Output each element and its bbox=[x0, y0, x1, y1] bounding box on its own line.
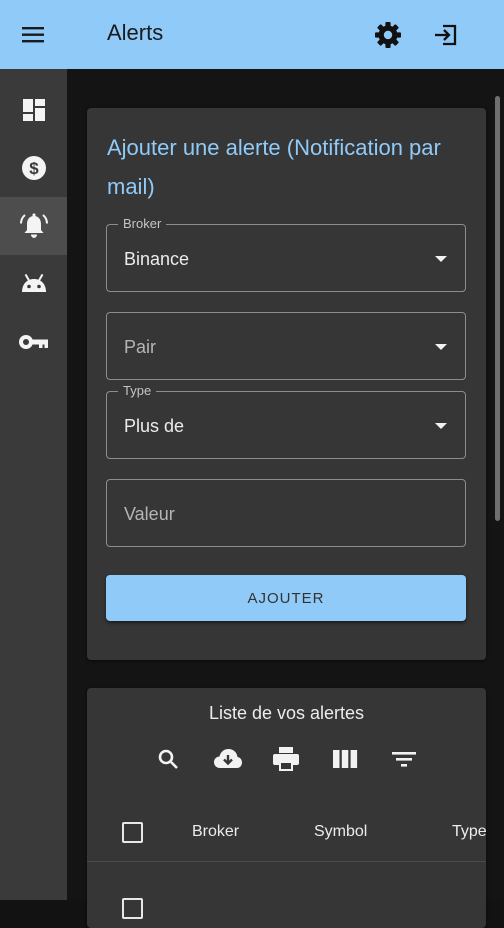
android-robot-icon bbox=[21, 273, 46, 292]
gear-icon[interactable] bbox=[372, 19, 404, 51]
list-title: Liste de vos alertes bbox=[208, 703, 365, 723]
sidebar-item-keys[interactable] bbox=[0, 313, 67, 371]
svg-text:$: $ bbox=[29, 159, 39, 178]
sidebar-item-money[interactable]: $ bbox=[0, 139, 67, 197]
pair-placeholder: Pair bbox=[124, 337, 157, 357]
app-bar: Alerts bbox=[0, 0, 504, 69]
table-header: Broker Symbol Type bbox=[87, 802, 486, 862]
chevron-down-icon bbox=[435, 256, 447, 262]
search-icon[interactable] bbox=[152, 743, 184, 775]
add-alert-card: Ajouter une alerte (Notification par mai… bbox=[87, 108, 486, 660]
alerts-list-card: Liste de vos alertes Broker Symbol Type bbox=[87, 688, 486, 928]
hamburger-menu-icon[interactable] bbox=[18, 20, 50, 50]
add-button[interactable]: AJOUTER bbox=[106, 575, 466, 621]
broker-label: Broker bbox=[118, 216, 167, 231]
type-select[interactable]: Type Plus de bbox=[106, 383, 466, 459]
pair-select[interactable]: Pair bbox=[106, 312, 466, 380]
select-all-checkbox[interactable] bbox=[122, 822, 143, 843]
logout-icon[interactable] bbox=[430, 19, 462, 51]
key-icon bbox=[18, 335, 48, 349]
sidebar-item-alerts[interactable] bbox=[0, 197, 67, 255]
dashboard-icon bbox=[22, 99, 45, 121]
broker-value: Binance bbox=[124, 249, 190, 269]
type-value: Plus de bbox=[124, 416, 185, 436]
page-title: Alerts bbox=[107, 20, 164, 45]
column-header-broker[interactable]: Broker bbox=[192, 823, 239, 841]
form-title: Ajouter une alerte (Notification par mai… bbox=[107, 135, 441, 199]
cloud-download-icon[interactable] bbox=[212, 743, 244, 775]
dollar-icon: $ bbox=[21, 156, 46, 180]
view-columns-icon[interactable] bbox=[329, 743, 361, 775]
row-checkbox[interactable] bbox=[122, 898, 143, 919]
sidebar: $ bbox=[0, 69, 67, 900]
sidebar-item-bots[interactable] bbox=[0, 255, 67, 313]
scrollbar[interactable] bbox=[495, 96, 500, 521]
chevron-down-icon bbox=[435, 344, 447, 350]
valeur-input[interactable]: Valeur bbox=[106, 479, 466, 547]
print-icon[interactable] bbox=[270, 743, 302, 775]
valeur-placeholder: Valeur bbox=[124, 504, 175, 524]
column-header-type[interactable]: Type bbox=[452, 823, 486, 841]
broker-select[interactable]: Broker Binance bbox=[106, 216, 466, 292]
chevron-down-icon bbox=[435, 423, 447, 429]
sidebar-item-dashboard[interactable] bbox=[0, 81, 67, 139]
alarm-bell-icon bbox=[19, 213, 48, 238]
filter-icon[interactable] bbox=[388, 743, 420, 775]
type-label: Type bbox=[118, 383, 157, 398]
column-header-symbol[interactable]: Symbol bbox=[314, 823, 367, 841]
